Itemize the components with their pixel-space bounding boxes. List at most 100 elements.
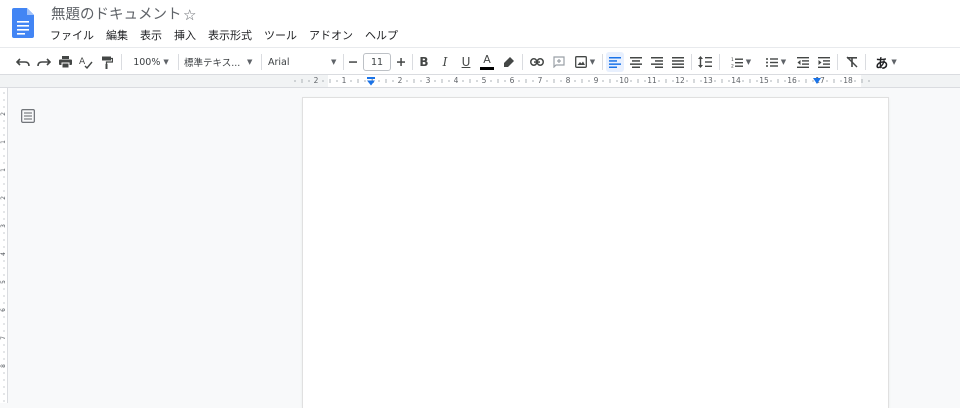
- ruler-label: 5: [481, 76, 487, 85]
- toolbar-divider: [691, 54, 692, 70]
- outline-icon[interactable]: [21, 109, 35, 123]
- ruler-label: 13: [703, 76, 713, 85]
- ruler-label: 9: [593, 76, 599, 85]
- vertical-ruler-label: 1: [0, 140, 7, 144]
- horizontal-ruler[interactable]: 21123456789101112131415161718: [0, 75, 960, 88]
- star-icon[interactable]: ☆: [183, 5, 196, 25]
- ruler-label: 14: [731, 76, 741, 85]
- chevron-down-icon: ▼: [163, 58, 169, 66]
- align-right-icon[interactable]: [648, 52, 666, 72]
- right-indent-marker[interactable]: [812, 78, 822, 85]
- numbered-list-icon[interactable]: 1 2 ▼: [726, 52, 756, 72]
- toolbar-divider: [865, 54, 866, 70]
- link-icon[interactable]: [528, 52, 546, 72]
- chevron-down-icon: ▼: [891, 58, 897, 66]
- menu-insert[interactable]: 挿入: [168, 28, 202, 44]
- font-size-value: 11: [370, 56, 384, 68]
- underline-icon[interactable]: U: [458, 52, 474, 72]
- ruler-label: 3: [425, 76, 431, 85]
- toolbar-divider: [412, 54, 413, 70]
- image-icon[interactable]: ▼: [572, 52, 598, 72]
- menu-file[interactable]: ファイル: [44, 28, 100, 44]
- chevron-down-icon: ▼: [745, 58, 752, 66]
- toolbar-divider: [343, 54, 344, 70]
- chevron-down-icon: ▼: [247, 58, 253, 66]
- ruler-label: 2: [313, 76, 319, 85]
- document-title[interactable]: 無題のドキュメント: [51, 5, 182, 25]
- decrease-indent-icon[interactable]: [794, 52, 812, 72]
- toolbar-divider: [261, 54, 262, 70]
- left-indent-marker[interactable]: [366, 77, 376, 86]
- vertical-ruler-label: 4: [0, 252, 7, 256]
- toolbar-divider: [719, 54, 720, 70]
- ruler-label: 1: [341, 76, 347, 85]
- font-size-input[interactable]: 11: [363, 53, 391, 71]
- svg-text:1: 1: [731, 57, 734, 63]
- plus-icon: [397, 58, 405, 66]
- vertical-ruler-label: 5: [0, 280, 7, 284]
- zoom-value: 100%: [133, 56, 161, 68]
- input-tools-button[interactable]: あ ▼: [870, 52, 902, 72]
- vertical-ruler-label: 2: [0, 196, 7, 200]
- ruler-label: 8: [565, 76, 571, 85]
- docs-logo-icon[interactable]: [12, 8, 34, 38]
- toolbar-divider: [178, 54, 179, 70]
- print-icon[interactable]: [56, 52, 74, 72]
- input-tools-label: あ: [875, 56, 889, 72]
- menu-tools[interactable]: ツール: [258, 28, 303, 44]
- vertical-ruler-label: 7: [0, 336, 7, 340]
- menu-view[interactable]: 表示: [134, 28, 168, 44]
- chevron-down-icon: ▼: [780, 58, 787, 66]
- text-color-icon[interactable]: A: [479, 52, 495, 72]
- font-size-increase-button[interactable]: [393, 52, 409, 72]
- vertical-ruler-label: 6: [0, 308, 7, 312]
- toolbar-divider: [837, 54, 838, 70]
- document-page[interactable]: [303, 98, 888, 408]
- undo-icon[interactable]: [14, 52, 32, 72]
- line-spacing-icon[interactable]: [696, 52, 714, 72]
- bold-icon[interactable]: B: [416, 52, 432, 72]
- header: 無題のドキュメント ☆ ファイル 編集 表示 挿入 表示形式 ツール アドオン …: [0, 0, 960, 47]
- ruler-label: 16: [787, 76, 797, 85]
- clear-formatting-icon[interactable]: [843, 52, 861, 72]
- comment-icon[interactable]: [550, 52, 568, 72]
- ruler-label: 2: [397, 76, 403, 85]
- vertical-ruler-ticks: [3, 92, 5, 402]
- ruler-label: 10: [619, 76, 629, 85]
- style-select[interactable]: 標準テキス... ▼: [184, 52, 256, 72]
- menu-bar: ファイル 編集 表示 挿入 表示形式 ツール アドオン ヘルプ: [44, 28, 404, 44]
- highlight-icon[interactable]: [501, 52, 517, 72]
- italic-icon[interactable]: I: [437, 52, 453, 72]
- redo-icon[interactable]: [35, 52, 53, 72]
- minus-icon: [349, 61, 357, 63]
- toolbar-divider: [522, 54, 523, 70]
- ruler-label: 11: [647, 76, 657, 85]
- svg-text:A: A: [79, 57, 86, 67]
- align-center-icon[interactable]: [627, 52, 645, 72]
- spellcheck-icon[interactable]: A: [77, 52, 95, 72]
- vertical-ruler[interactable]: 2 1 1 2 3 4 5 6 7 8: [0, 88, 8, 403]
- menu-edit[interactable]: 編集: [100, 28, 134, 44]
- vertical-ruler-label: 2: [0, 112, 7, 116]
- vertical-ruler-label: 8: [0, 364, 7, 368]
- menu-addons[interactable]: アドオン: [303, 28, 359, 44]
- align-left-icon[interactable]: [606, 52, 624, 72]
- style-value: 標準テキス...: [184, 58, 241, 69]
- font-size-decrease-button[interactable]: [345, 52, 361, 72]
- toolbar: A 100%▼ 標準テキス...▼ Arial▼ 11 B I U A ▼: [0, 47, 960, 75]
- svg-text:2: 2: [731, 63, 734, 68]
- increase-indent-icon[interactable]: [815, 52, 833, 72]
- paint-format-icon[interactable]: [98, 52, 116, 72]
- menu-help[interactable]: ヘルプ: [359, 28, 404, 44]
- vertical-ruler-label: 1: [0, 168, 7, 172]
- ruler-label: 18: [843, 76, 853, 85]
- chevron-down-icon: ▼: [589, 58, 596, 66]
- bulleted-list-icon[interactable]: ▼: [761, 52, 791, 72]
- zoom-select[interactable]: 100% ▼: [128, 52, 174, 72]
- font-select[interactable]: Arial ▼: [268, 52, 340, 72]
- font-value: Arial: [268, 56, 290, 68]
- ruler-label: 15: [759, 76, 769, 85]
- justify-icon[interactable]: [669, 52, 687, 72]
- toolbar-divider: [602, 54, 603, 70]
- menu-format[interactable]: 表示形式: [202, 28, 258, 44]
